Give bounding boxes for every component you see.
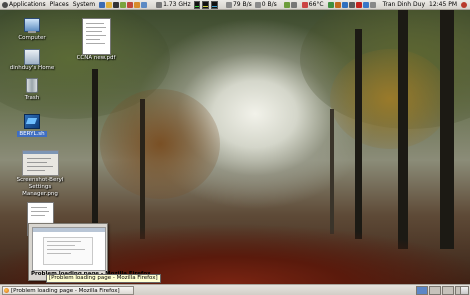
chat-launcher-icon[interactable]: [141, 1, 148, 8]
trash-icon: [26, 78, 38, 93]
temperature-applet[interactable]: 66°C: [300, 0, 326, 9]
messenger-icon[interactable]: [341, 1, 348, 8]
desktop-icon-label: Screenshot-Beryl Settings Manager.png: [16, 177, 64, 197]
logout-button[interactable]: [459, 0, 470, 9]
net-up-rate: 0 B/s: [261, 1, 277, 8]
bottom-panel: [Problem loading page - Mozilla Firefox]: [0, 284, 470, 295]
tray-icons: [282, 0, 300, 9]
firefox-icon: [4, 288, 9, 293]
pdf-document-icon: [81, 18, 111, 55]
menu-places[interactable]: Places: [48, 0, 71, 9]
computer-icon: [24, 18, 40, 33]
desktop-icon-label: dinhduy's Home: [9, 65, 55, 71]
desktop-icon-ccna-pdf[interactable]: CCNA new.pdf: [66, 18, 126, 62]
notification-area: [326, 0, 379, 9]
alert-icon[interactable]: [355, 1, 362, 8]
beryl-manager-icon[interactable]: [362, 1, 369, 8]
cpu-graph[interactable]: [193, 0, 201, 9]
menu-system[interactable]: System: [71, 0, 97, 9]
desktop-icon-beryl-script[interactable]: BERYL.sh: [2, 114, 62, 138]
taskbar-tooltip: [Problem loading page - Mozilla Firefox]: [46, 274, 161, 283]
image-file-icon: [21, 150, 59, 176]
gnome-foot-icon: [2, 1, 8, 8]
desktop-icon-screenshot[interactable]: Screenshot-Beryl Settings Manager.png: [10, 150, 70, 198]
battery-icon[interactable]: [283, 1, 290, 8]
terminal-launcher-icon[interactable]: [113, 1, 120, 8]
net-down-rate: 79 B/s: [232, 1, 252, 8]
mail-launcher-icon[interactable]: [106, 1, 113, 8]
user-switcher[interactable]: Tran Dinh Duy: [381, 0, 427, 9]
weather-icon[interactable]: [327, 1, 334, 8]
network-graph[interactable]: [211, 0, 218, 9]
browser-launcher-icon[interactable]: [99, 1, 106, 8]
window-thumbnail: [32, 227, 106, 271]
desktop-icon-home[interactable]: dinhduy's Home: [2, 49, 62, 72]
office-launcher-icon[interactable]: [127, 1, 134, 8]
menu-applications[interactable]: Applications: [9, 0, 46, 9]
desktop-icon-label: Computer: [18, 35, 46, 41]
volume-icon[interactable]: [290, 1, 297, 8]
network-icon: [225, 1, 232, 8]
main-menu[interactable]: Applications: [0, 0, 48, 9]
home-folder-icon: [24, 49, 40, 65]
desktop-icon-computer[interactable]: Computer: [2, 18, 62, 42]
desktop-icon-label: CCNA new.pdf: [76, 55, 116, 61]
desktop-icon-label: BERYL.sh: [17, 131, 47, 137]
keyboard-icon[interactable]: [369, 1, 376, 8]
network-up-icon: [254, 1, 261, 8]
clock[interactable]: 12:45 PM: [427, 0, 459, 9]
launcher-icons: [97, 0, 150, 9]
desktop-icon-label: Trash: [24, 95, 40, 101]
cpu-freq-value: 1.73 GHz: [163, 1, 191, 8]
user-name: Tran Dinh Duy: [382, 1, 425, 8]
network-monitor[interactable]: 79 B/s 0 B/s: [224, 0, 279, 9]
taskbar-window-label: [Problem loading page - Mozilla Firefox]: [11, 287, 120, 294]
window-preview-popup[interactable]: Problem loading page - Mozilla Firefox: [28, 223, 151, 281]
thermometer-icon: [301, 1, 308, 8]
memory-graph[interactable]: [202, 0, 210, 9]
top-panel: Applications Places System 1.73 GHz 79 B…: [0, 0, 470, 10]
desktop-icon-trash[interactable]: Trash: [2, 78, 62, 102]
temperature-value: 66°C: [308, 1, 324, 8]
editor-launcher-icon[interactable]: [120, 1, 127, 8]
shell-script-icon: [24, 114, 40, 129]
chat-icon[interactable]: [348, 1, 355, 8]
power-icon: [461, 1, 467, 8]
media-launcher-icon[interactable]: [134, 1, 141, 8]
cpu-freq-applet[interactable]: 1.73 GHz: [154, 0, 193, 9]
update-icon[interactable]: [334, 1, 341, 8]
cpu-icon: [156, 1, 163, 8]
